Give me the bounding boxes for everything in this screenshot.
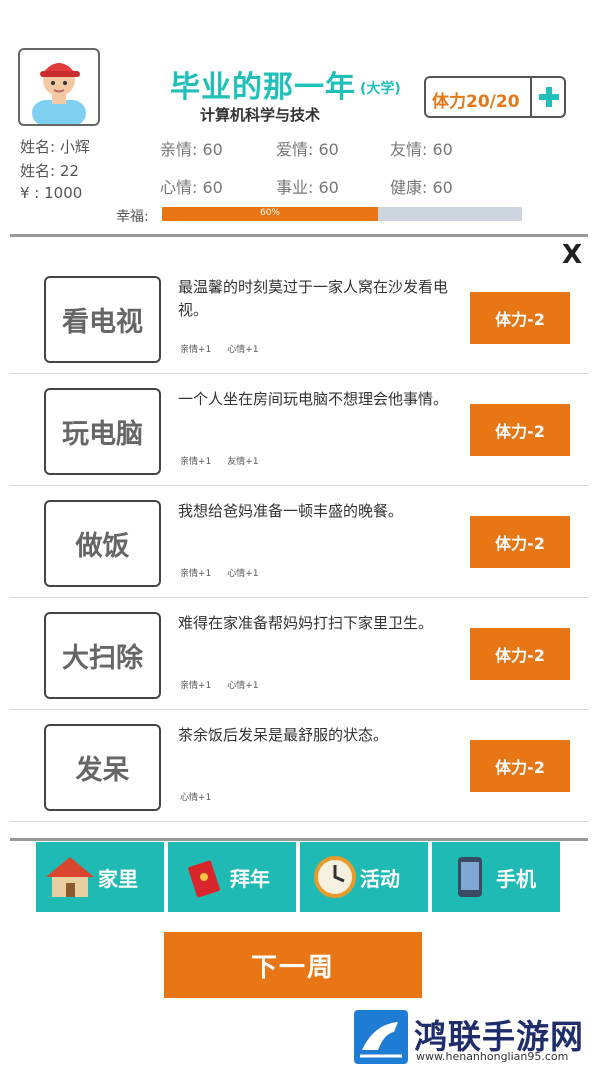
player-avatar	[18, 48, 100, 126]
stat-family: 亲情: 60	[160, 140, 223, 159]
title-tag: (大学)	[360, 81, 401, 97]
effect: 亲情+1	[180, 345, 212, 355]
effect: 亲情+1	[180, 457, 212, 467]
next-week-button[interactable]: 下一周	[164, 932, 422, 998]
nav-new-year[interactable]: 拜年	[168, 842, 296, 912]
do-activity-button[interactable]: 体力-2	[470, 516, 570, 568]
activity-row: 大扫除 难得在家准备帮妈妈打扫下家里卫生。 亲情+1 心情+1 体力-2	[10, 598, 588, 710]
activity-effects: 亲情+1 心情+1	[180, 678, 275, 691]
activity-title: 大扫除	[44, 612, 161, 699]
watermark-url: www.henanhonglian95.com	[416, 1050, 569, 1063]
activity-effects: 亲情+1 心情+1	[180, 566, 275, 579]
stat-friendship: 友情: 60	[390, 140, 453, 159]
activity-effects: 心情+1	[180, 790, 243, 803]
stamina-panel: 体力20/20	[424, 76, 566, 118]
site-logo-icon	[354, 1010, 408, 1064]
do-activity-button[interactable]: 体力-2	[470, 292, 570, 344]
activity-description: 茶余饭后发呆是最舒服的状态。	[178, 726, 389, 744]
do-activity-button[interactable]: 体力-2	[470, 628, 570, 680]
horse-logo-icon	[360, 1022, 402, 1058]
major-subtitle: 计算机科学与技术	[200, 106, 321, 124]
activity-effects: 亲情+1 心情+1	[180, 342, 275, 355]
activity-title: 发呆	[44, 724, 161, 811]
activity-row: 看电视 最温馨的时刻莫过于一家人窝在沙发看电视。 亲情+1 心情+1 体力-2	[10, 262, 588, 374]
activity-description: 难得在家准备帮妈妈打扫下家里卫生。	[178, 614, 434, 632]
activity-title: 做饭	[44, 500, 161, 587]
activity-description: 最温馨的时刻莫过于一家人窝在沙发看电视。	[178, 278, 449, 319]
player-money: ¥ : 1000	[20, 184, 83, 202]
effect: 友情+1	[227, 457, 259, 467]
nav-activity-label: 活动	[360, 866, 400, 891]
clock-icon	[314, 856, 356, 898]
stat-love: 爱情: 60	[276, 140, 339, 159]
stamina-value: 体力20/20	[432, 92, 520, 112]
activity-title: 看电视	[44, 276, 161, 363]
effect: 心情+1	[227, 569, 259, 579]
nav-divider	[10, 838, 588, 841]
header-divider	[10, 234, 588, 237]
activity-description: 我想给爸妈准备一顿丰盛的晚餐。	[178, 502, 404, 520]
player-age: 姓名: 22	[20, 162, 79, 180]
nav-home-label: 家里	[98, 866, 138, 891]
effect: 亲情+1	[180, 681, 212, 691]
player-name: 姓名: 小辉	[20, 138, 90, 156]
stat-health: 健康: 60	[390, 178, 453, 197]
nav-phone-label: 手机	[496, 866, 536, 891]
nav-home[interactable]: 家里	[36, 842, 164, 912]
game-title: 毕业的那一年	[170, 70, 356, 105]
phone-icon	[458, 857, 482, 897]
add-stamina-button[interactable]	[530, 78, 564, 116]
activity-effects: 亲情+1 友情+1	[180, 454, 275, 467]
nav-phone[interactable]: 手机	[432, 842, 560, 912]
do-activity-button[interactable]: 体力-2	[470, 404, 570, 456]
activity-description: 一个人坐在房间玩电脑不想理会他事情。	[178, 390, 449, 408]
stat-career: 事业: 60	[276, 178, 339, 197]
house-icon	[46, 857, 94, 897]
do-activity-button[interactable]: 体力-2	[470, 740, 570, 792]
effect: 心情+1	[180, 793, 212, 803]
effect: 心情+1	[227, 681, 259, 691]
activity-row: 做饭 我想给爸妈准备一顿丰盛的晚餐。 亲情+1 心情+1 体力-2	[10, 486, 588, 598]
red-envelope-icon	[188, 860, 220, 898]
nav-new-year-label: 拜年	[230, 866, 270, 891]
stat-mood: 心情: 60	[160, 178, 223, 197]
effect: 亲情+1	[180, 569, 212, 579]
activity-title: 玩电脑	[44, 388, 161, 475]
effect: 心情+1	[227, 345, 259, 355]
boy-avatar-icon	[32, 63, 86, 124]
activity-row: 玩电脑 一个人坐在房间玩电脑不想理会他事情。 亲情+1 友情+1 体力-2	[10, 374, 588, 486]
happiness-label: 幸福:	[116, 209, 149, 225]
activity-row: 发呆 茶余饭后发呆是最舒服的状态。 心情+1 体力-2	[10, 710, 588, 822]
happiness-bar: 60%	[162, 207, 522, 221]
nav-activity[interactable]: 活动	[300, 842, 428, 912]
happiness-percent: 60%	[259, 208, 280, 218]
